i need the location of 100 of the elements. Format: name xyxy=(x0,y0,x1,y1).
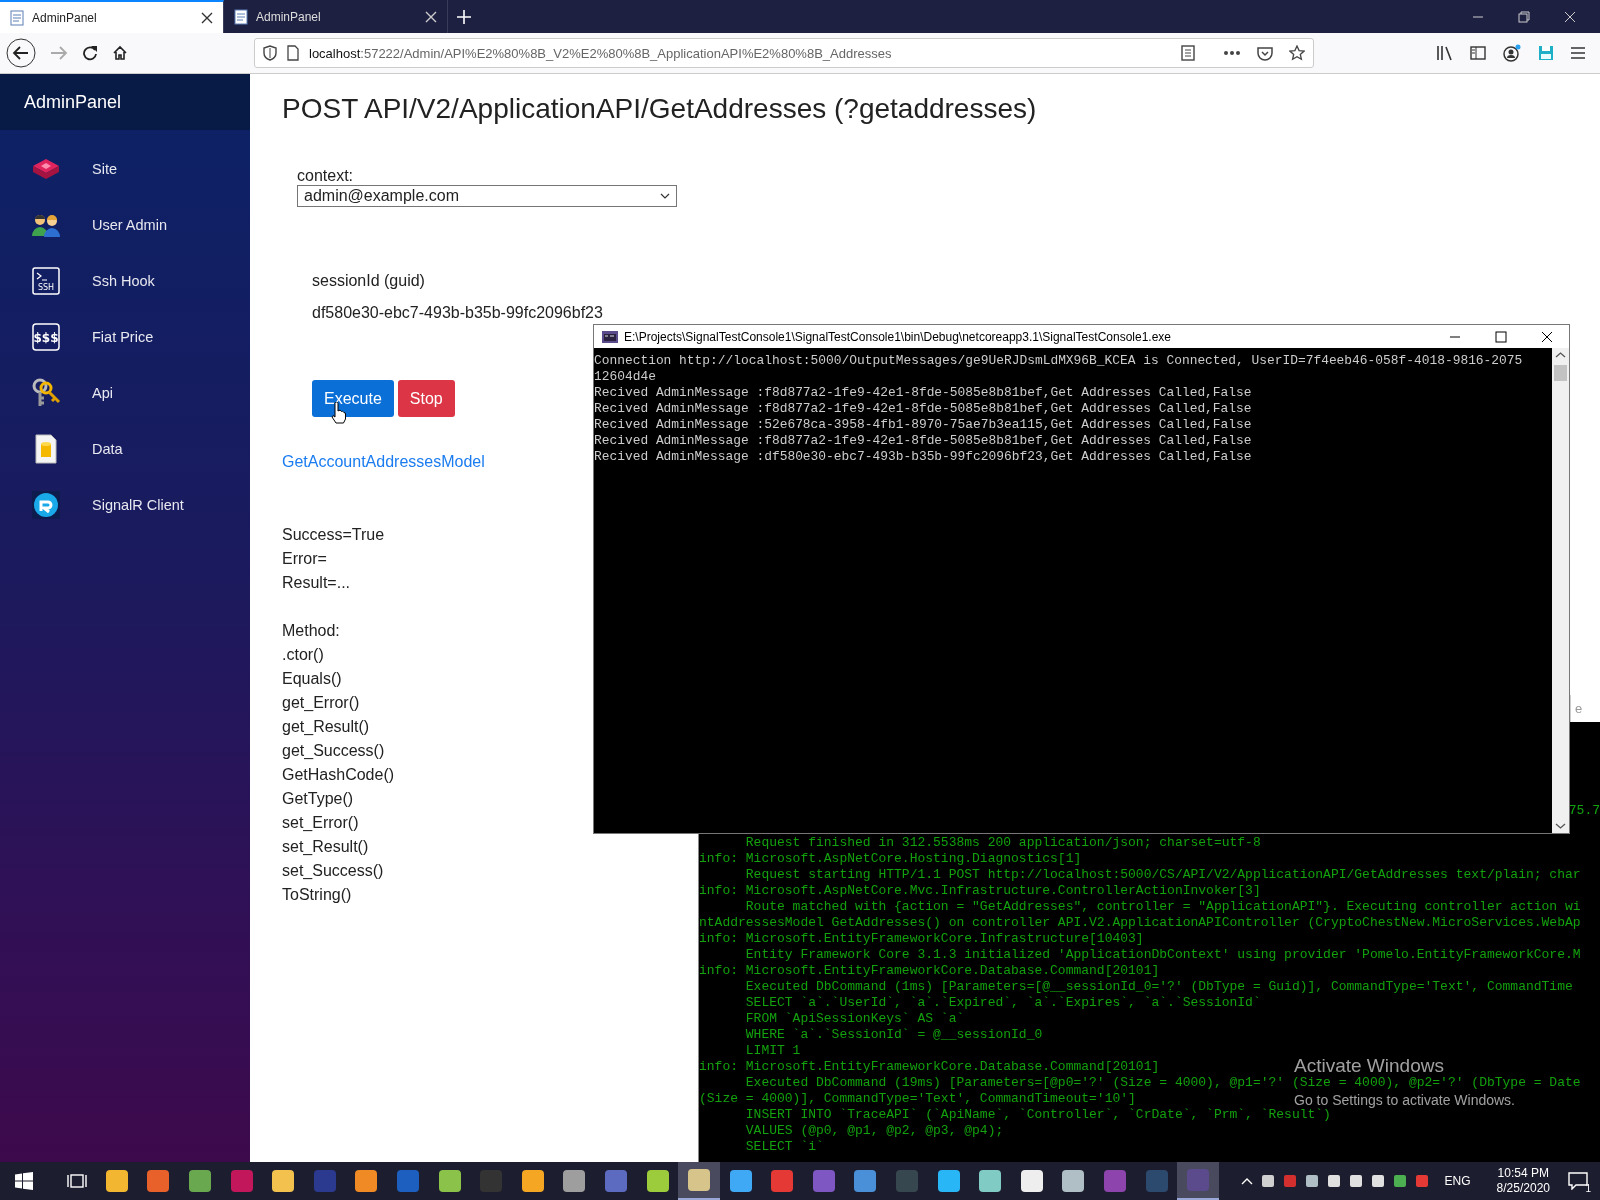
tray-icon[interactable] xyxy=(1348,1173,1363,1189)
refresh-icon xyxy=(32,491,60,519)
field-label: context: xyxy=(297,167,355,185)
chevron-down-icon xyxy=(660,193,670,199)
app-icon xyxy=(395,1169,420,1193)
restore-icon[interactable] xyxy=(1518,10,1530,23)
close-icon[interactable] xyxy=(201,11,213,24)
back-icon[interactable] xyxy=(6,38,36,68)
sidebar-item[interactable]: $$$ Fiat Price xyxy=(0,309,250,365)
account-icon[interactable] xyxy=(1502,44,1522,62)
clock[interactable]: 10:54 PM 8/25/2020 xyxy=(1496,1166,1550,1196)
tray-icon[interactable] xyxy=(1326,1173,1341,1189)
sidebar-icon[interactable] xyxy=(1470,45,1486,61)
app-icon xyxy=(895,1169,920,1193)
app-icon xyxy=(312,1169,337,1193)
console-line: SELECT `i` xyxy=(744,1139,824,1155)
taskbar-app[interactable] xyxy=(1177,1162,1220,1200)
notification-icon[interactable] xyxy=(1568,1172,1588,1190)
new-tab-icon[interactable] xyxy=(456,8,472,25)
cube-icon xyxy=(32,158,60,180)
page-title: POST API/V2/ApplicationAPI/GetAddresses (?getaddresses) xyxy=(282,93,1038,125)
sidebar-item[interactable]: SignalR Client xyxy=(0,477,250,533)
stop-button[interactable]: Stop xyxy=(397,380,455,417)
address-bar[interactable]: localhost:57222/Admin/API%E2%80%8B_V2%E2%80%8B_ApplicationAPI%E2%80%8B_Addresses xyxy=(254,38,1314,68)
sidebar-item[interactable]: User Admin xyxy=(0,197,250,253)
methods-label: Method: xyxy=(282,621,340,641)
task-view-icon[interactable] xyxy=(67,1172,87,1190)
method-name: set_Success() xyxy=(282,861,384,881)
field-label: sessionId (guid) xyxy=(312,271,426,291)
method-name: get_Success() xyxy=(282,741,385,761)
console-line: Recived AdminMessage :df580e30-ebc7-493b-b35b-99fc2096bf23,Get Addresses Called,False xyxy=(594,449,1252,465)
method-name: get_Error() xyxy=(282,693,360,713)
activation-hint: Go to Settings to activate Windows. xyxy=(1294,1092,1515,1108)
app-icon xyxy=(770,1169,795,1193)
app-icon xyxy=(853,1169,878,1193)
app-icon xyxy=(645,1169,670,1193)
save-icon[interactable] xyxy=(1538,45,1554,61)
sidebar-item[interactable]: Site xyxy=(0,141,250,197)
console-line: Entity Framework Core 3.1.3 initialized 'ApplicationDbContext' using provider 'Pomelo.EntityFrameworkCore.M xyxy=(744,947,1581,963)
sidebar-item[interactable]: Data xyxy=(0,421,250,477)
sidebar-item[interactable]: Api xyxy=(0,365,250,421)
language-indicator[interactable]: ENG xyxy=(1444,1174,1471,1188)
app-icon xyxy=(562,1169,587,1193)
console-line: SELECT `a`.`UserId`, `a`.`Expired`, `a`.`Expires`, `a`.`SessionId` xyxy=(744,995,1261,1011)
terminal-icon: SSH xyxy=(32,267,60,295)
maximize-icon[interactable] xyxy=(1495,330,1507,343)
brand-title[interactable]: AdminPanel xyxy=(24,91,122,113)
pocket-icon[interactable] xyxy=(1257,45,1273,61)
execute-button[interactable]: Execute xyxy=(312,380,394,417)
reload-icon[interactable] xyxy=(82,45,98,61)
star-icon[interactable] xyxy=(1289,45,1305,61)
app-icon xyxy=(1019,1169,1044,1193)
reader-view-icon[interactable] xyxy=(1181,45,1195,61)
chevron-up-icon[interactable] xyxy=(1240,1177,1253,1185)
console-line: Recived AdminMessage :f8d877a2-1fe9-42e1-8fde-5085e8b81bef,Get Addresses Called,False xyxy=(594,401,1252,417)
more-icon[interactable] xyxy=(1223,50,1241,56)
notification-count: 1 xyxy=(1585,1183,1591,1194)
app-icon xyxy=(728,1169,753,1193)
console-line: VALUES (@p0, @p1, @p2, @p3, @p4); xyxy=(744,1123,1004,1139)
console-line: ntAddressesModel GetAddresses() on controller API.V2.ApplicationAPIController (CryptoChestNew.MicroServices.WebAp xyxy=(699,915,1581,931)
method-name: GetHashCode() xyxy=(282,765,395,785)
tray-icon[interactable] xyxy=(1392,1173,1407,1189)
tray-icon[interactable] xyxy=(1260,1173,1275,1189)
console-line: LIMIT 1 xyxy=(744,1043,801,1059)
app-icon xyxy=(520,1169,545,1193)
tray-icon[interactable] xyxy=(1370,1173,1385,1189)
console-line: Route matched with {action = "GetAddresses", controller = "ApplicationAPI"}. Executing controller action wi xyxy=(744,899,1581,915)
context-dropdown[interactable]: admin@example.com xyxy=(297,185,677,207)
console-line: info: Microsoft.AspNetCore.Hosting.Diagnostics[1] xyxy=(699,851,1082,867)
app-icon xyxy=(104,1169,129,1193)
browser-tab[interactable]: AdminPanel xyxy=(0,0,224,33)
tray-icon[interactable] xyxy=(1304,1173,1319,1189)
console-line: 75.7 xyxy=(1568,803,1600,819)
result-text: Success=True xyxy=(282,525,385,545)
result-text: Error= xyxy=(282,549,327,569)
app-icon xyxy=(146,1169,171,1193)
start-icon[interactable] xyxy=(15,1172,33,1190)
console-line: 12604d4e xyxy=(594,369,656,385)
console-line: INSERT INTO `TraceAPI` (`ApiName`, `Controller`, `CrDate`, `Prm`, `Result`) xyxy=(744,1107,1331,1123)
scrollbar-icon[interactable] xyxy=(1552,348,1569,833)
close-icon[interactable] xyxy=(1541,330,1553,343)
console-app-icon xyxy=(602,330,618,343)
app-icon xyxy=(1186,1168,1211,1192)
method-name: Equals() xyxy=(282,669,342,689)
console-line: info: Microsoft.EntityFrameworkCore.Infrastructure[10403] xyxy=(699,931,1144,947)
app-icon xyxy=(1103,1169,1128,1193)
fragment-text: e xyxy=(1575,701,1583,716)
menu-icon[interactable] xyxy=(1570,46,1586,60)
library-icon[interactable] xyxy=(1436,45,1454,61)
app-icon xyxy=(354,1169,379,1193)
app-icon xyxy=(603,1169,628,1193)
model-link[interactable]: GetAccountAddressesModel xyxy=(282,452,485,472)
field-value: df580e30-ebc7-493b-b35b-99fc2096bf23 xyxy=(312,303,604,323)
home-icon[interactable] xyxy=(112,45,128,61)
method-name: ToString() xyxy=(282,885,352,905)
sidebar-item[interactable]: SSH Ssh Hook xyxy=(0,253,250,309)
method-name: GetType() xyxy=(282,789,354,809)
url-host: localhost xyxy=(309,45,361,61)
method-name: get_Result() xyxy=(282,717,370,737)
window-title: E:\Projects\SignalTestConsole1\SignalTestConsole1\bin\Debug\netcoreapp3.1\SignalTestConsole1.exe xyxy=(624,329,1171,344)
